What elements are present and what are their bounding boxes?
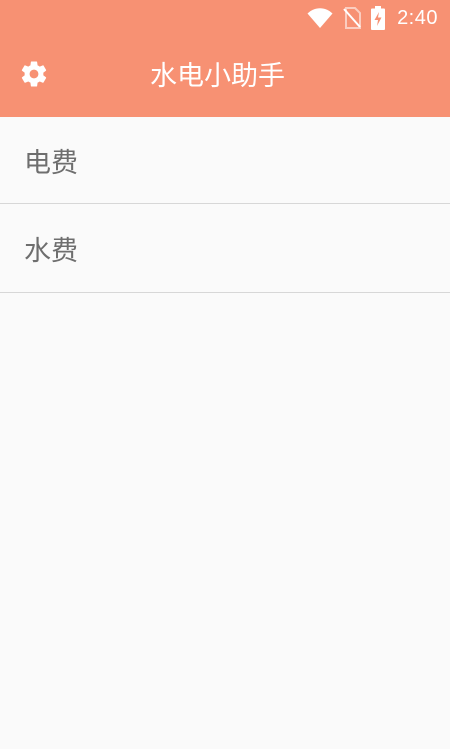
status-bar: 2:40 <box>0 0 450 36</box>
settings-button[interactable] <box>14 56 54 96</box>
app-bar: 水电小助手 <box>0 36 450 117</box>
list-item-label: 水费 <box>24 235 78 267</box>
status-time: 2:40 <box>397 6 438 29</box>
list-item-electricity[interactable]: 电费 <box>0 117 450 204</box>
wifi-icon <box>307 7 333 29</box>
list-item-water[interactable]: 水费 <box>0 204 450 293</box>
no-sim-icon <box>343 7 362 29</box>
utility-list: 电费 水费 <box>0 117 450 293</box>
battery-charging-icon <box>371 6 386 30</box>
list-item-label: 电费 <box>24 147 78 179</box>
gear-icon <box>19 59 49 93</box>
status-icons: 2:40 <box>307 0 438 36</box>
app-title: 水电小助手 <box>150 61 285 92</box>
